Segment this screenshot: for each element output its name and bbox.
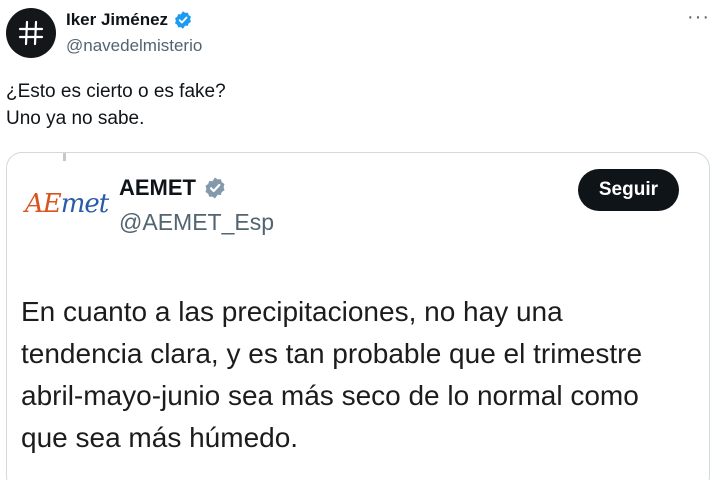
avatar[interactable] <box>6 8 56 58</box>
tweet: Iker Jiménez @navedelmisterio ··· ¿Esto … <box>0 0 720 480</box>
tweet-text-line: Uno ya no sabe. <box>6 108 145 129</box>
tweet-text-line: ¿Esto es cierto o es fake? <box>6 81 226 102</box>
quoted-tweet-card[interactable]: AEmet AEMET @AEMET_Esp Seguir En cuanto … <box>6 152 710 480</box>
gray-verified-icon <box>205 177 225 199</box>
author-handle[interactable]: @navedelmisterio <box>66 36 202 56</box>
quote-author-handle[interactable]: @AEMET_Esp <box>119 209 274 236</box>
author-name[interactable]: Iker Jiménez <box>66 10 168 30</box>
more-horizontal-icon[interactable]: ··· <box>687 6 710 29</box>
aemet-logo: AEmet <box>25 189 109 219</box>
quote-author-row[interactable]: AEMET <box>119 175 227 201</box>
quote-text: En cuanto a las precipitaciones, no hay … <box>21 296 643 453</box>
quote-author-name[interactable]: AEMET <box>119 175 196 201</box>
author-name-row[interactable]: Iker Jiménez <box>66 10 193 30</box>
hashtag-icon <box>18 20 44 46</box>
tweet-text: ¿Esto es cierto o es fake? Uno ya no sab… <box>6 78 226 132</box>
verified-icon <box>175 11 191 29</box>
follow-button[interactable]: Seguir <box>577 169 679 211</box>
divider <box>63 153 66 161</box>
